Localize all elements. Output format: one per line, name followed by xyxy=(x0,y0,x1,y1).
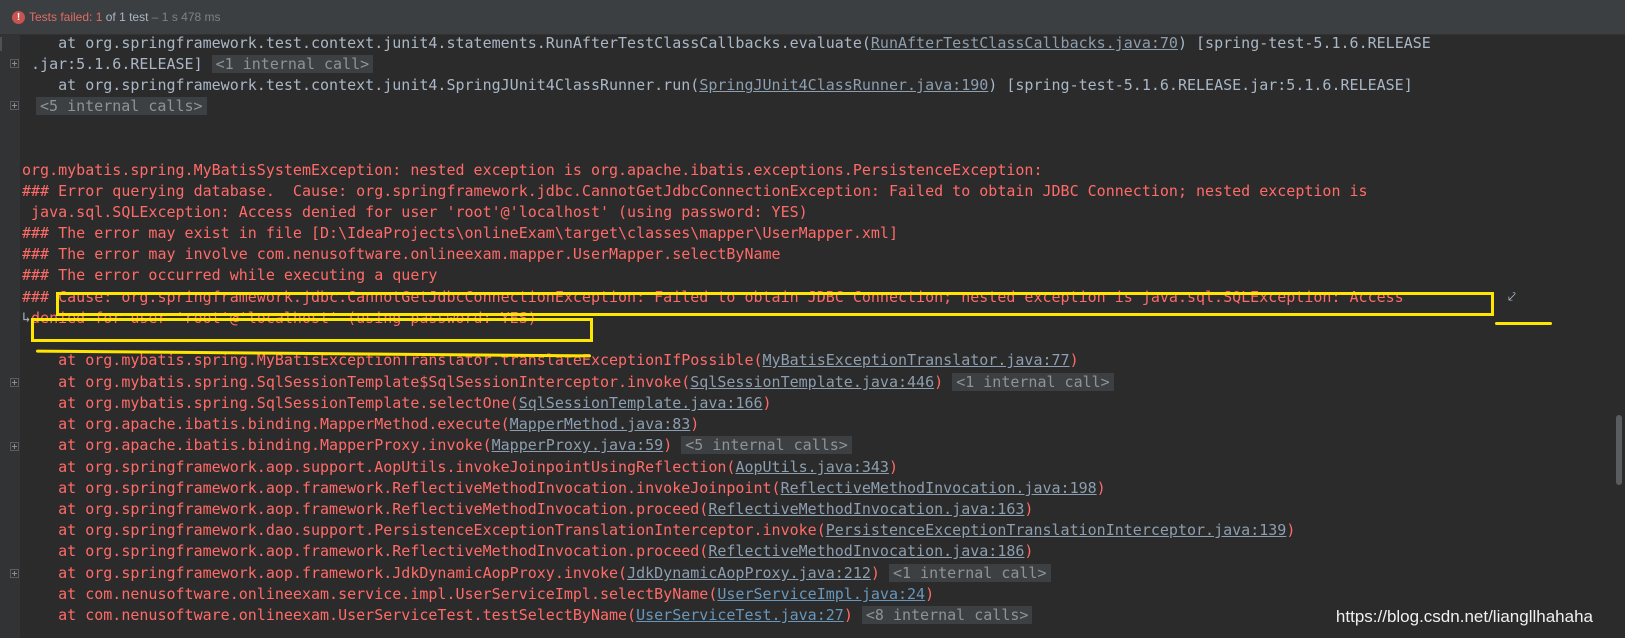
stack-line: at org.springframework.test.context.juni… xyxy=(22,34,1431,52)
stack-line: at org.springframework.dao.support.Persi… xyxy=(22,521,1296,539)
stack-line: at org.springframework.aop.framework.Jdk… xyxy=(22,563,1051,584)
internal-calls-badge[interactable]: <1 internal call> xyxy=(211,55,374,73)
source-link[interactable]: ReflectiveMethodInvocation.java:163 xyxy=(708,500,1024,518)
source-link[interactable]: MapperProxy.java:59 xyxy=(492,436,664,454)
stack-line: at org.springframework.test.context.juni… xyxy=(22,76,1413,94)
error-line: ### The error may involve com.nenusoftwa… xyxy=(22,245,781,263)
vertical-scrollbar[interactable] xyxy=(1613,35,1625,638)
stack-line: at org.springframework.aop.framework.Ref… xyxy=(22,542,1034,560)
highlight-box xyxy=(56,292,1494,316)
soft-wrap-icon: ↳ xyxy=(22,310,31,326)
watermark: https://blog.csdn.net/liangllhahaha xyxy=(1335,607,1593,626)
stack-line: at org.apache.ibatis.binding.MapperMetho… xyxy=(22,415,700,433)
stack-line: at org.springframework.aop.framework.Ref… xyxy=(22,500,1034,518)
source-link[interactable]: SpringJUnit4ClassRunner.java:190 xyxy=(699,76,988,94)
error-line: ### The error occurred while executing a… xyxy=(22,266,438,284)
error-line: ### Error querying database. Cause: org.… xyxy=(22,182,1368,200)
soft-wrap-icon: ⤦ xyxy=(1508,289,1516,305)
scrollbar-thumb[interactable] xyxy=(1616,415,1622,485)
error-line: java.sql.SQLException: Access denied for… xyxy=(22,203,808,221)
internal-calls-badge[interactable]: <8 internal calls> xyxy=(861,606,1033,624)
internal-calls-badge[interactable]: <5 internal calls> xyxy=(36,97,207,115)
source-link[interactable]: RunAfterTestClassCallbacks.java:70 xyxy=(871,34,1178,52)
stack-line: at org.mybatis.spring.SqlSessionTemplate… xyxy=(22,372,1114,393)
error-line: org.mybatis.spring.MyBatisSystemExceptio… xyxy=(22,161,1052,179)
internal-calls-badge[interactable]: <1 internal call> xyxy=(952,373,1114,391)
error-line: ### The error may exist in file [D:\Idea… xyxy=(22,224,898,242)
source-link[interactable]: ReflectiveMethodInvocation.java:186 xyxy=(708,542,1024,560)
source-link[interactable]: UserServiceTest.java:27 xyxy=(636,606,844,624)
stack-line: at com.nenusoftware.onlineexam.UserServi… xyxy=(22,605,1033,626)
stack-line: at org.springframework.aop.support.AopUt… xyxy=(22,458,898,476)
source-link[interactable]: SqlSessionTemplate.java:166 xyxy=(519,394,763,412)
source-link[interactable]: PersistenceExceptionTranslationIntercept… xyxy=(826,521,1287,539)
source-link[interactable]: ReflectiveMethodInvocation.java:198 xyxy=(781,479,1097,497)
internal-calls-badge[interactable]: <1 internal call> xyxy=(888,564,1051,582)
source-link[interactable]: JdkDynamicAopProxy.java:212 xyxy=(627,564,871,582)
stack-line: at org.springframework.aop.framework.Ref… xyxy=(22,479,1106,497)
stack-line: .jar:5.1.6.RELEASE] <1 internal call> xyxy=(22,54,374,75)
internal-calls-badge[interactable]: <5 internal calls> xyxy=(681,436,852,454)
source-link[interactable]: SqlSessionTemplate.java:446 xyxy=(690,373,934,391)
source-link[interactable]: AopUtils.java:343 xyxy=(735,458,889,476)
highlight-box xyxy=(31,318,593,342)
source-link[interactable]: MyBatisExceptionTranslator.java:77 xyxy=(763,351,1070,369)
stack-line: at org.mybatis.spring.SqlSessionTemplate… xyxy=(22,394,772,412)
source-link[interactable]: UserServiceImpl.java:24 xyxy=(717,585,925,603)
highlight-underline xyxy=(1495,322,1552,325)
stack-line: at org.apache.ibatis.binding.MapperProxy… xyxy=(22,435,852,456)
source-link[interactable]: MapperMethod.java:83 xyxy=(510,415,691,433)
stack-line: <5 internal calls> xyxy=(36,96,207,117)
stack-line: at com.nenusoftware.onlineexam.service.i… xyxy=(22,585,935,603)
